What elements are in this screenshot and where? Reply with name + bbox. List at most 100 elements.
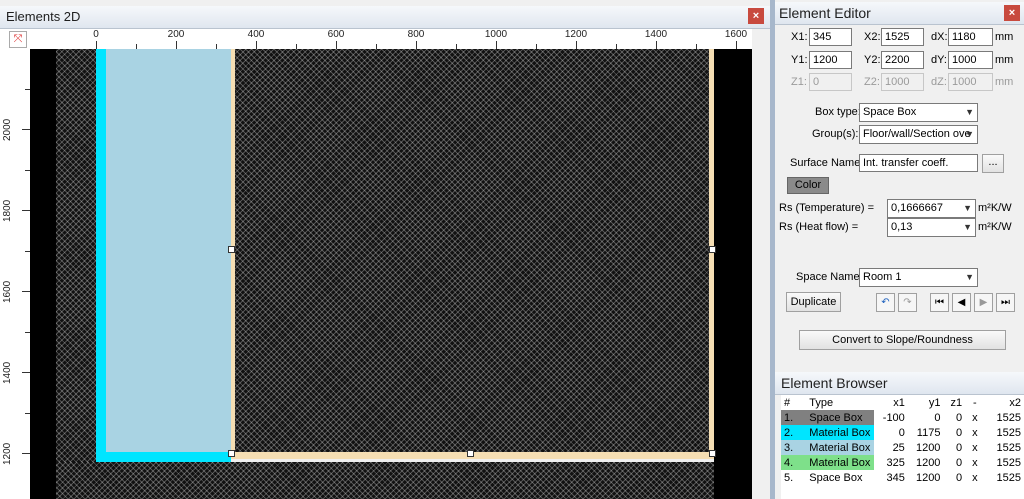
ruler-tick [22, 129, 30, 130]
ruler-tick [496, 41, 497, 49]
window-title: Elements 2D [6, 9, 81, 24]
space-name-value: Room 1 [863, 271, 902, 283]
element-editor-title-bar: Element Editor × [775, 2, 1024, 25]
table-row[interactable]: 5. Space Box 345 1200 0 x 1525 [781, 470, 1024, 485]
dy-field[interactable]: 1000 [948, 51, 993, 69]
ruler-tick [22, 291, 30, 292]
box-type-select[interactable]: Space Box ▼ [859, 103, 978, 122]
table-row[interactable]: 4. Material Box 325 1200 0 x 1525 [781, 455, 1024, 470]
close-button[interactable]: × [748, 8, 764, 24]
column-header[interactable]: - [965, 395, 984, 410]
element-editor-title: Element Editor [779, 5, 871, 21]
unit-label: mm [995, 31, 1014, 43]
rs-heat-flow-value: 0,13 [891, 221, 913, 233]
surface-name-label: Surface Name: [790, 157, 864, 169]
convert-to-slope-button[interactable]: Convert to Slope/Roundness [799, 330, 1006, 350]
dx-field[interactable]: 1180 [948, 28, 993, 46]
ruler-label: 1000 [484, 29, 508, 40]
ruler-label: 0 [93, 29, 99, 40]
next-element-icon[interactable]: ▶ [974, 293, 993, 312]
space-name-select[interactable]: Room 1 ▼ [859, 268, 978, 287]
z2-label: Z2: [864, 76, 880, 88]
resize-handle[interactable] [709, 246, 716, 253]
z2-field: 1000 [881, 73, 924, 91]
browse-button[interactable]: ... [982, 154, 1004, 173]
table-header-row: # Type x1 y1 z1 - x2 [781, 395, 1024, 410]
table-row[interactable]: 1. Space Box -100 0 0 x 1525 [781, 410, 1024, 425]
resize-handle[interactable] [467, 450, 474, 457]
column-header[interactable]: x1 [874, 395, 908, 410]
chevron-down-icon: ▼ [963, 203, 972, 213]
table-cell: 1525 [996, 411, 1021, 424]
element-browser-title: Element Browser [781, 375, 888, 391]
table-cell: 1525 [996, 471, 1021, 484]
space-box-5-selected[interactable] [235, 49, 709, 452]
space-box-1[interactable] [56, 49, 96, 499]
outer-space-left [30, 49, 56, 499]
fit-view-icon[interactable]: ⤧ [9, 31, 27, 48]
previous-element-icon[interactable]: ◀ [952, 293, 971, 312]
rs-temperature-select[interactable]: 0,1666667 ▼ [887, 199, 976, 218]
resize-handle[interactable] [228, 246, 235, 253]
y2-field[interactable]: 2200 [881, 51, 924, 69]
ruler-tick [336, 41, 337, 49]
table-cell: 3. [781, 440, 807, 455]
table-cell: 0 [956, 441, 963, 454]
element-table-container: # Type x1 y1 z1 - x2 1. Space Box -100 0 0 x 1… [781, 395, 1024, 499]
column-header[interactable]: x2 [985, 395, 1024, 410]
ruler-label: 200 [167, 29, 185, 40]
element-browser-title-bar: Element Browser [775, 372, 1024, 395]
editor-close-button[interactable]: × [1004, 5, 1020, 21]
ruler-tick [736, 41, 737, 49]
first-element-icon[interactable]: ⏮ [930, 293, 949, 312]
drawing-canvas[interactable] [30, 49, 752, 499]
groups-value: Floor/wall/Section ove [863, 128, 971, 140]
x1-field[interactable]: 345 [809, 28, 852, 46]
table-cell: 1200 [915, 471, 941, 484]
column-header[interactable]: y1 [908, 395, 944, 410]
table-row[interactable]: 2. Material Box 0 1175 0 x 1525 [781, 425, 1024, 440]
column-header[interactable]: Type [806, 395, 874, 410]
x1-label: X1: [791, 31, 808, 43]
box-type-value: Space Box [863, 106, 917, 118]
last-element-icon[interactable]: ⏭ [996, 293, 1015, 312]
ruler-label: 1800 [2, 199, 13, 222]
undo-icon[interactable]: ↶ [876, 293, 895, 312]
ruler-label: 2000 [2, 118, 13, 141]
table-cell: 0 [956, 411, 963, 424]
x2-field[interactable]: 1525 [881, 28, 924, 46]
rs-heat-flow-unit: m²K/W [978, 221, 1012, 233]
z1-label: Z1: [791, 76, 807, 88]
ruler-tick [22, 210, 30, 211]
duplicate-button[interactable]: Duplicate [786, 292, 841, 312]
table-cell: 1200 [915, 441, 941, 454]
table-cell: 1. [781, 410, 807, 425]
resize-handle[interactable] [709, 450, 716, 457]
chevron-down-icon: ▼ [965, 272, 974, 282]
table-cell: 0 [956, 426, 963, 439]
y1-label: Y1: [791, 54, 808, 66]
rs-heat-flow-select[interactable]: 0,13 ▼ [887, 218, 976, 237]
element-table: # Type x1 y1 z1 - x2 1. Space Box -100 0 0 x 1… [781, 395, 1024, 485]
material-box-3[interactable] [106, 49, 231, 452]
ruler-tick [176, 41, 177, 49]
column-header[interactable]: # [781, 395, 806, 410]
resize-handle[interactable] [228, 450, 235, 457]
color-button[interactable]: Color [787, 177, 829, 194]
space-box-1-bottom[interactable] [56, 462, 714, 499]
y1-field[interactable]: 1200 [809, 51, 852, 69]
ruler-label: 1400 [2, 361, 13, 384]
dx-label: dX: [931, 31, 948, 43]
groups-select[interactable]: Floor/wall/Section ove ▼ [859, 125, 978, 144]
table-cell: Material Box [806, 455, 875, 470]
table-cell: x [972, 411, 978, 424]
column-header[interactable]: z1 [943, 395, 965, 410]
ruler-label: 400 [247, 29, 265, 40]
window-title-bar: Elements 2D × [0, 6, 770, 29]
surface-name-field[interactable]: Int. transfer coeff. [859, 154, 978, 172]
table-cell: 25 [892, 441, 905, 454]
table-row[interactable]: 3. Material Box 25 1200 0 x 1525 [781, 440, 1024, 455]
rs-heat-flow-label: Rs (Heat flow) = [779, 221, 859, 233]
table-cell: Space Box [809, 471, 863, 484]
redo-icon[interactable]: ↷ [898, 293, 917, 312]
